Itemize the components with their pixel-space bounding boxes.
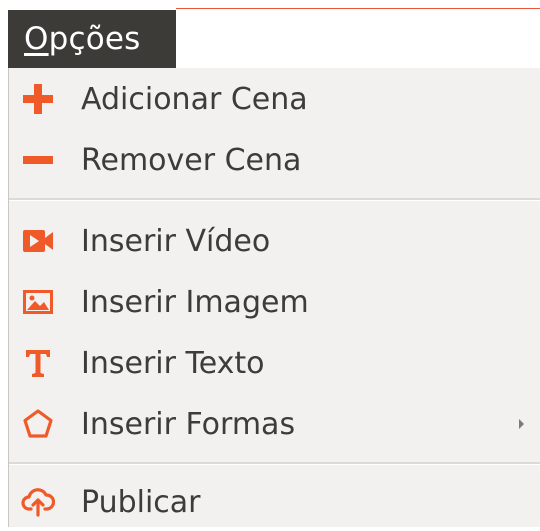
options-dropdown-menu: Adicionar Cena Remover Cena Inserir Víde… bbox=[8, 68, 540, 527]
menu-item-label: Inserir Vídeo bbox=[81, 223, 271, 259]
menu-item-label: Remover Cena bbox=[81, 142, 302, 178]
minus-icon bbox=[21, 143, 55, 177]
pentagon-icon bbox=[21, 407, 55, 441]
menu-item-label: Inserir Formas bbox=[81, 406, 296, 442]
video-icon bbox=[21, 224, 55, 258]
window-top-edge bbox=[0, 0, 540, 10]
text-icon bbox=[21, 346, 55, 380]
menu-item-label: Adicionar Cena bbox=[81, 81, 308, 117]
menu-item-remover-cena[interactable]: Remover Cena bbox=[9, 131, 540, 189]
menu-item-label: Inserir Texto bbox=[81, 345, 265, 381]
submenu-arrow-icon bbox=[519, 419, 524, 429]
top-accent-line bbox=[176, 8, 540, 9]
menu-item-inserir-texto[interactable]: Inserir Texto bbox=[9, 334, 540, 392]
plus-icon bbox=[21, 82, 55, 116]
menu-title-rest: pções bbox=[48, 21, 141, 57]
menu-item-label: Inserir Imagem bbox=[81, 284, 309, 320]
menu-item-inserir-formas[interactable]: Inserir Formas bbox=[9, 395, 540, 453]
menu-item-inserir-imagem[interactable]: Inserir Imagem bbox=[9, 273, 540, 331]
menu-title-mnemonic: O bbox=[24, 21, 49, 57]
menu-opcoes[interactable]: Opções bbox=[8, 10, 176, 68]
menu-item-label: Publicar bbox=[81, 484, 201, 520]
image-icon bbox=[21, 285, 55, 319]
menu-separator bbox=[9, 198, 540, 201]
menu-separator bbox=[9, 462, 540, 465]
cloud-upload-icon bbox=[21, 485, 55, 519]
menu-bar: Opções bbox=[0, 10, 540, 68]
menu-item-publicar[interactable]: Publicar bbox=[9, 473, 540, 531]
menu-item-adicionar-cena[interactable]: Adicionar Cena bbox=[9, 70, 540, 128]
menu-item-inserir-video[interactable]: Inserir Vídeo bbox=[9, 212, 540, 270]
